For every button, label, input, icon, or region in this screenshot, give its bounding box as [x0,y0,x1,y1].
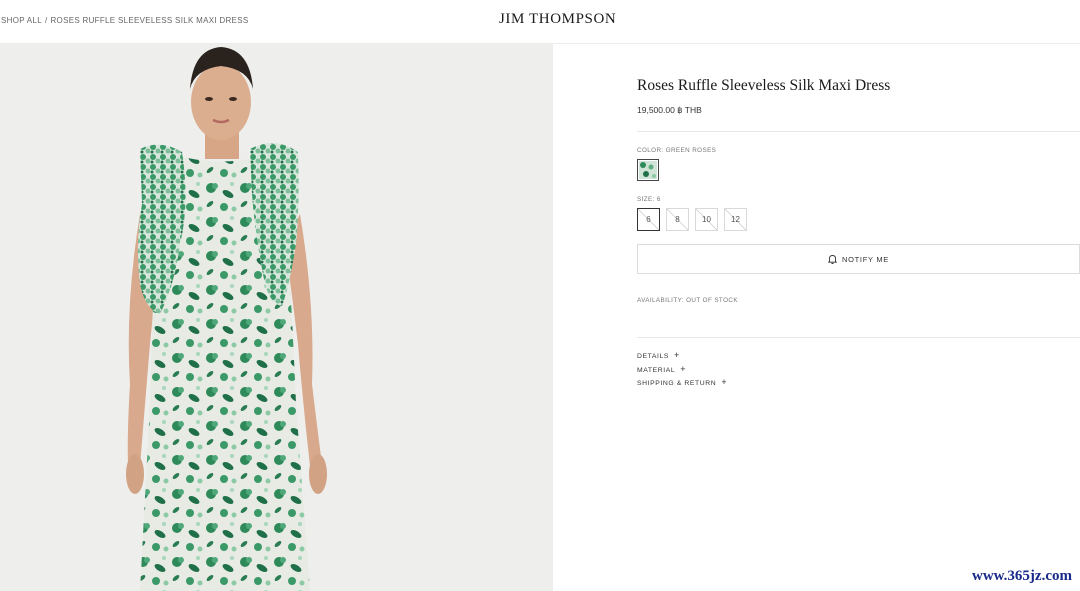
accordion-label: DETAILS [637,353,670,360]
color-label: COLOR: GREEN ROSES [637,147,717,154]
size-option-12[interactable]: 12 [724,208,747,231]
accordion-material[interactable]: MATERIAL + [637,364,727,378]
product-price: 19,500.00 ฿ THB [637,105,702,115]
brand-logo-text: JIM THOMPSON [499,11,617,27]
size-option-10[interactable]: 10 [695,208,718,231]
size-selector: 6 8 10 12 [637,208,747,231]
size-option-label: 6 [646,215,651,224]
watermark: www.365jz.com [970,568,1074,585]
notify-me-label: NOTIFY ME [842,254,889,264]
brand-logo[interactable]: JIM THOMPSON [499,11,616,28]
bell-icon [828,255,837,264]
accordion-details[interactable]: DETAILS + [637,350,727,364]
color-swatch-pattern [639,161,657,179]
size-option-6[interactable]: 6 [637,208,660,231]
divider [637,337,1080,338]
plus-icon: + [721,377,728,387]
product-title: Roses Ruffle Sleeveless Silk Maxi Dress [637,77,891,94]
product-image[interactable] [0,44,553,591]
breadcrumb-current[interactable]: ROSES RUFFLE SLEEVELESS SILK MAXI DRESS [50,16,248,25]
breadcrumb-separator: / [44,16,48,25]
breadcrumb-shop-all[interactable]: SHOP ALL [1,16,42,25]
color-swatch-green-roses[interactable] [637,159,659,181]
plus-icon: + [680,363,687,374]
size-option-label: 10 [702,215,711,224]
size-option-8[interactable]: 8 [666,208,689,231]
divider [637,131,1080,132]
model-photo [126,47,327,591]
availability-status: AVAILABILITY: OUT OF STOCK [637,297,738,304]
size-option-label: 12 [731,215,740,224]
breadcrumb: SHOP ALL / ROSES RUFFLE SLEEVELESS SILK MA… [1,16,248,25]
size-label: SIZE: 6 [637,196,661,203]
notify-me-button[interactable]: NOTIFY ME [637,244,1080,274]
accordion-label: SHIPPING & RETURN [637,380,717,387]
size-option-label: 8 [675,215,680,224]
accordion-label: MATERIAL [637,366,676,374]
accordion-shipping-return[interactable]: SHIPPING & RETURN + [637,377,727,391]
plus-icon: + [674,350,680,360]
site-header: SHOP ALL / ROSES RUFFLE SLEEVELESS SILK MA… [0,0,1080,44]
product-accordion: DETAILS + MATERIAL + SHIPPING & RETURN + [637,350,727,391]
